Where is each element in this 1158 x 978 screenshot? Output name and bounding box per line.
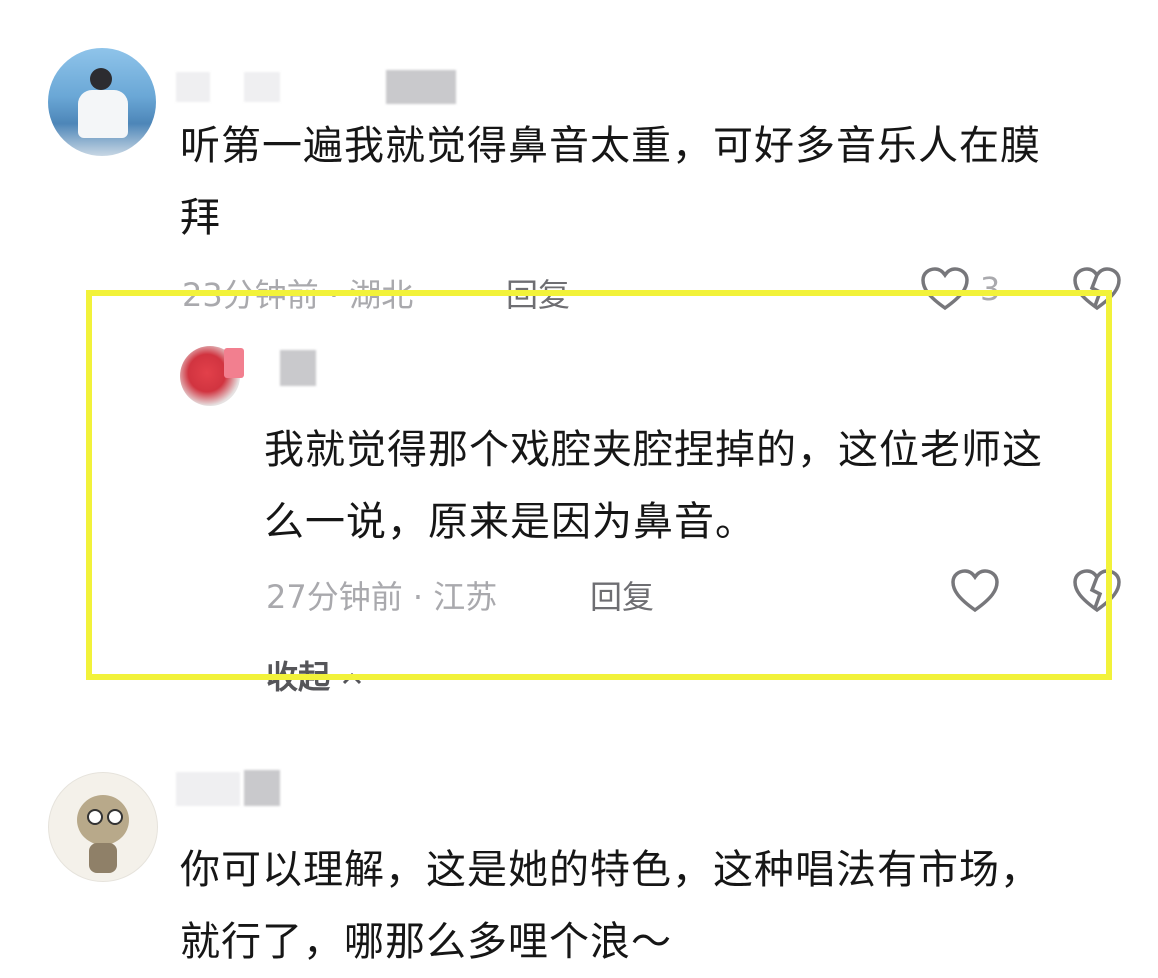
username-redacted	[386, 70, 456, 104]
avatar-user1[interactable]	[48, 48, 156, 156]
avatar-figure	[90, 68, 112, 90]
comment-text: 就行了，哪那么多哩个浪～	[180, 919, 672, 965]
avatar-cat-body	[89, 843, 117, 873]
avatar-figure-body	[78, 90, 128, 138]
username-redacted	[244, 770, 280, 806]
username-redacted	[244, 72, 280, 102]
username-redacted	[176, 772, 240, 806]
comment-text: 拜	[180, 195, 221, 241]
comment-text: 你可以理解，这是她的特色，这种唱法有市场，	[180, 847, 1041, 893]
comment-text: 听第一遍我就觉得鼻音太重，可好多音乐人在膜	[180, 123, 1041, 169]
avatar-cat-eye	[107, 809, 123, 825]
avatar-user2[interactable]	[48, 772, 158, 882]
username-redacted	[176, 72, 210, 102]
highlight-box	[86, 290, 1112, 680]
avatar-cat-eye	[87, 809, 103, 825]
